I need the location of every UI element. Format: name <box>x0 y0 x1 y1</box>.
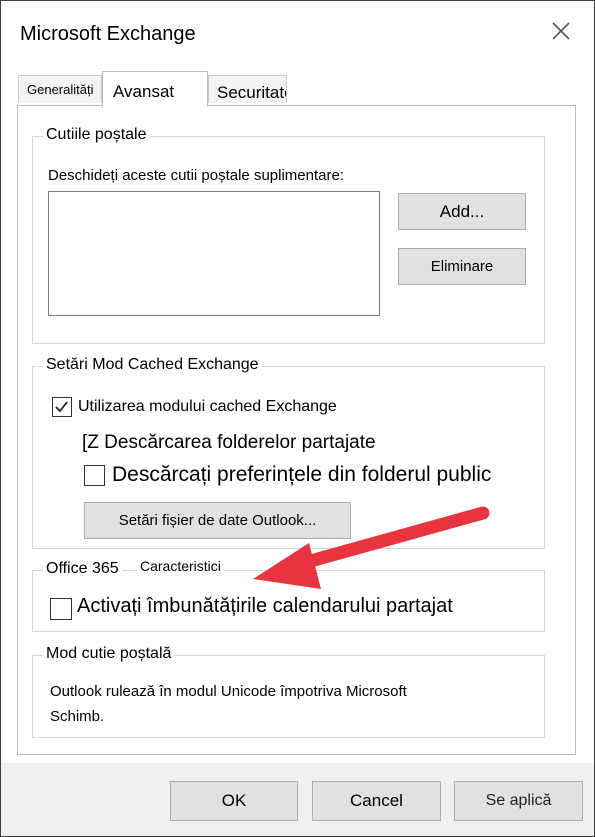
dialog-footer: OK Cancel Se aplică <box>1 763 594 836</box>
download-public-folder-favorites-label: Descărcați preferințele din folderul pub… <box>112 463 492 486</box>
apply-button[interactable]: Se aplică <box>454 781 583 821</box>
mailboxes-group: Cutiile poștale Deschideți aceste cutii … <box>32 126 545 344</box>
shared-calendar-improvements-checkbox[interactable] <box>50 598 72 620</box>
exchange-dialog: Microsoft Exchange Generalități Avansat … <box>0 0 595 837</box>
cancel-button[interactable]: Cancel <box>312 781 441 821</box>
office365-group-label: Office 365 <box>43 560 122 578</box>
use-cached-mode-checkbox[interactable] <box>52 397 72 417</box>
add-mailbox-button[interactable]: Add... <box>398 193 526 230</box>
mailbox-mode-text-line-2: Schimb. <box>50 708 105 725</box>
remove-mailbox-button[interactable]: Eliminare <box>398 248 526 285</box>
tab-panel: Cutiile poștale Deschideți aceste cutii … <box>17 105 576 755</box>
tab-security-label: Securitate <box>217 83 287 102</box>
shared-calendar-improvements-label: Activați îmbunătățirile calendarului par… <box>77 595 453 617</box>
cached-mode-group: Setări Mod Cached Exchange Utilizarea mo… <box>32 356 545 549</box>
download-shared-folders-label[interactable]: [Z Descărcarea folderelor partajate <box>82 432 376 454</box>
checkmark-icon <box>55 401 68 413</box>
office365-features-label: Caracteristici <box>137 558 224 574</box>
cached-mode-group-label: Setări Mod Cached Exchange <box>43 356 262 374</box>
mailboxes-group-label: Cutiile poștale <box>43 126 150 144</box>
mailbox-mode-group-label: Mod cutie poștală <box>43 645 175 663</box>
outlook-data-file-settings-button[interactable]: Setări fișier de date Outlook... <box>84 502 351 539</box>
tab-general-label: Generalități <box>27 82 94 97</box>
use-cached-mode-label: Utilizarea modului cached Exchange <box>78 398 337 415</box>
mailboxes-list[interactable] <box>48 191 380 316</box>
mailbox-mode-text-line-1: Outlook rulează în modul Unicode împotri… <box>50 683 407 700</box>
tab-general[interactable]: Generalități <box>18 75 102 103</box>
dialog-title: Microsoft Exchange <box>20 23 196 45</box>
tab-advanced-label: Avansat <box>113 82 175 101</box>
tab-security[interactable]: Securitate <box>208 75 287 103</box>
tab-advanced[interactable]: Avansat <box>102 71 208 107</box>
ok-button[interactable]: OK <box>170 781 298 821</box>
mailbox-mode-group: Mod cutie poștală Outlook rulează în mod… <box>32 645 545 738</box>
close-icon[interactable] <box>550 20 572 42</box>
office365-group: Office 365 Caracteristici Activați îmbun… <box>32 558 545 632</box>
mailboxes-instruction: Deschideți aceste cutii poștale suplimen… <box>48 167 344 184</box>
download-public-folder-favorites-checkbox[interactable] <box>84 465 105 486</box>
title-bar: Microsoft Exchange <box>1 1 594 63</box>
